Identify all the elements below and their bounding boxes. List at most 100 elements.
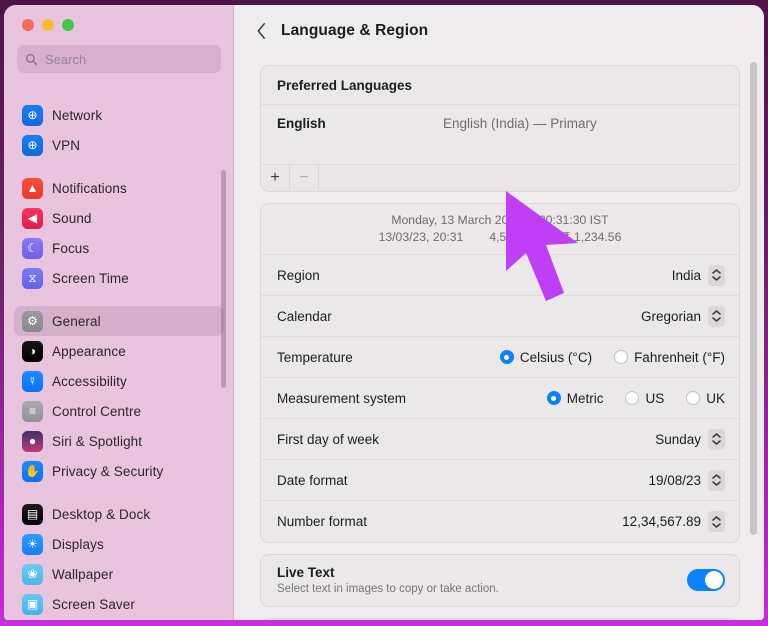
sidebar-item-label: Sound <box>52 210 92 226</box>
sidebar-item-label: VPN <box>52 137 81 153</box>
sidebar-item-network[interactable]: ⊕ Network <box>14 100 224 130</box>
popup-value-calendar: Gregorian <box>640 308 701 324</box>
sidebar-item-notifications[interactable]: ▲ Notifications <box>14 173 224 203</box>
chevron-left-icon[interactable] <box>256 22 267 40</box>
chevron-down-icon <box>712 276 721 281</box>
sidebar-item-vpn[interactable]: ⊕ VPN <box>14 130 224 160</box>
desktop-icon: ▤ <box>22 503 43 525</box>
globe-icon: ⊕ <box>22 104 43 126</box>
sidebar-item-screen-time[interactable]: ⧖ Screen Time <box>14 263 224 293</box>
language-name: English <box>277 116 326 131</box>
stepper-control[interactable] <box>708 428 725 450</box>
stepper-control[interactable] <box>708 305 725 327</box>
sidebar-item-screen-saver[interactable]: ▣ Screen Saver <box>14 589 224 619</box>
search-field[interactable] <box>17 45 221 73</box>
gear-icon: ⚙ <box>22 310 43 332</box>
popup-value-date-format: 19/08/23 <box>648 472 701 488</box>
sidebar-item-wallpaper[interactable]: ❀ Wallpaper <box>14 559 224 589</box>
setting-row-region: Region India <box>261 255 739 296</box>
live-text-row: Live Text Select text in images to copy … <box>261 555 739 606</box>
sidebar-item-control-centre[interactable]: ≡ Control Centre <box>14 396 224 426</box>
sidebar-item-siri-spotlight[interactable]: ● Siri & Spotlight <box>14 426 224 456</box>
sidebar-item-label: Appearance <box>52 343 126 359</box>
radio-button-us[interactable] <box>625 391 640 405</box>
bell-icon: ▲ <box>22 177 43 199</box>
radio-button-metric[interactable] <box>546 391 561 405</box>
popup-button-number-format[interactable]: 12,34,567.89 <box>622 511 725 532</box>
accessibility-icon: ☿ <box>22 370 43 392</box>
radio-button-celsius-c[interactable] <box>499 350 514 364</box>
chevron-down-icon <box>712 440 721 445</box>
sidebar-item-accessibility[interactable]: ☿ Accessibility <box>14 366 224 396</box>
system-settings-window: ⊕ Network ⊕ VPN ▲ Notifications ◀ Sound ☾ Focus ⧖ S… <box>4 5 764 620</box>
preview-short-line: 13/03/23, 20:31 4,567.89 ₹ 1,234.56 <box>261 230 739 244</box>
main-scrollbar-thumb[interactable] <box>750 62 757 535</box>
sidebar-scroll-area: ⊕ Network ⊕ VPN ▲ Notifications ◀ Sound ☾ Focus ⧖ S… <box>4 100 234 620</box>
sidebar-group-separator <box>14 486 224 499</box>
language-row[interactable]: English English (India) — Primary <box>261 105 739 164</box>
sidebar-item-label: Network <box>52 107 103 123</box>
popup-button-date-format[interactable]: 19/08/23 <box>648 469 725 491</box>
brightness-icon: ☀ <box>22 533 43 555</box>
popup-button-region[interactable]: India <box>672 264 725 286</box>
radio-option-metric[interactable]: Metric <box>546 390 604 406</box>
radio-option-fahrenheit-f[interactable]: Fahrenheit (°F) <box>614 350 725 365</box>
hourglass-icon: ⧖ <box>22 267 43 289</box>
chevron-up-icon <box>712 515 721 521</box>
language-detail: English (India) — Primary <box>443 116 597 131</box>
sidebar-item-label: Privacy & Security <box>52 463 164 479</box>
live-text-toggle[interactable] <box>687 569 725 591</box>
radio-option-celsius-c[interactable]: Celsius (°C) <box>499 350 592 365</box>
remove-language-button: − <box>290 165 319 191</box>
close-button[interactable] <box>22 19 34 31</box>
minimize-button[interactable] <box>42 19 54 31</box>
setting-control-measurement-system: Metric US UK <box>525 391 725 406</box>
flower-icon: ❀ <box>22 563 43 585</box>
setting-row-first-day-of-week: First day of week Sunday <box>261 419 739 460</box>
sidebar-item-privacy-security[interactable]: ✋ Privacy & Security <box>14 456 224 486</box>
setting-control-region: India <box>672 264 725 286</box>
radio-group-temperature: Celsius (°C) Fahrenheit (°F) <box>478 350 725 365</box>
stepper-control[interactable] <box>708 511 725 532</box>
sidebar-item-label: Screen Time <box>52 270 129 286</box>
chevron-down-icon <box>712 317 721 322</box>
radio-option-us[interactable]: US <box>625 391 664 406</box>
vpn-globe-icon: ⊕ <box>22 134 43 156</box>
preview-currency: ₹ 1,234.56 <box>562 230 622 244</box>
setting-label-temperature: Temperature <box>277 349 353 365</box>
setting-label-date-format: Date format <box>277 472 348 488</box>
sidebar-item-general[interactable]: ⚙ General <box>14 306 224 336</box>
chevron-down-icon <box>712 481 721 486</box>
radio-option-uk[interactable]: UK <box>686 391 725 406</box>
add-language-button[interactable]: + <box>261 165 290 191</box>
search-input[interactable] <box>45 51 213 67</box>
sidebar-item-appearance[interactable]: ◑ Appearance <box>14 336 224 366</box>
radio-button-uk[interactable] <box>686 391 701 405</box>
zoom-button[interactable] <box>62 19 74 31</box>
sidebar-item-sound[interactable]: ◀ Sound <box>14 203 224 233</box>
live-text-card: Live Text Select text in images to copy … <box>260 554 740 607</box>
sidebar-item-label: Desktop & Dock <box>52 506 151 522</box>
sidebar-scrollbar-thumb[interactable] <box>221 170 226 388</box>
sidebar-item-displays[interactable]: ☀ Displays <box>14 529 224 559</box>
popup-button-calendar[interactable]: Gregorian <box>640 305 725 327</box>
setting-label-calendar: Calendar <box>277 308 332 324</box>
sidebar-item-focus[interactable]: ☾ Focus <box>14 233 224 263</box>
radio-label-metric: Metric <box>566 390 604 406</box>
region-card: Monday, 13 March 2023 at 20:31:30 IST 13… <box>260 203 740 543</box>
setting-control-number-format: 12,34,567.89 <box>622 511 725 532</box>
stepper-control[interactable] <box>708 264 725 286</box>
stepper-control[interactable] <box>708 469 725 491</box>
sidebar-item-desktop-dock[interactable]: ▤ Desktop & Dock <box>14 499 224 529</box>
radio-button-fahrenheit-f[interactable] <box>614 350 629 364</box>
setting-label-measurement-system: Measurement system <box>277 390 407 406</box>
sliders-icon: ≡ <box>22 400 43 422</box>
settings-content: Preferred Languages English English (Ind… <box>234 57 764 620</box>
main-panel: Language & Region Preferred Languages En… <box>234 5 764 620</box>
sidebar-nav-list: ⊕ Network ⊕ VPN ▲ Notifications ◀ Sound ☾ Focus ⧖ S… <box>4 100 234 620</box>
hand-icon: ✋ <box>22 460 43 482</box>
sidebar-item-partial[interactable] <box>14 619 224 620</box>
popup-button-first-day-of-week[interactable]: Sunday <box>655 428 725 450</box>
radio-label-us: US <box>645 390 665 406</box>
sidebar-group-separator <box>14 293 224 306</box>
